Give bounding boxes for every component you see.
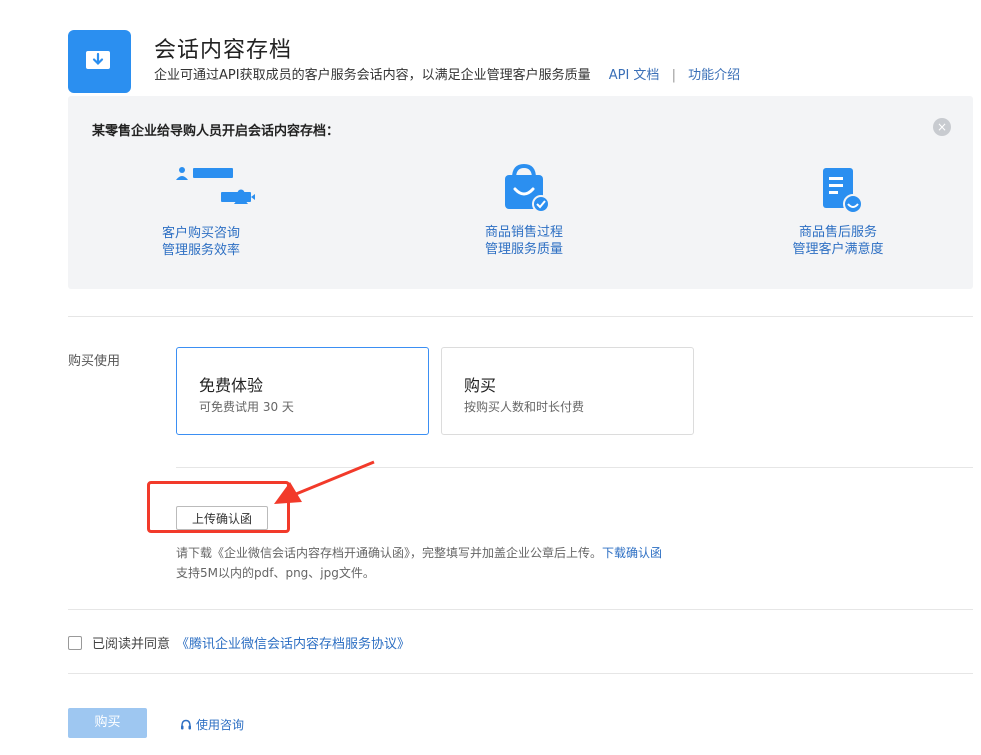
link-separator: |: [671, 68, 676, 83]
option-title: 购买: [464, 376, 497, 395]
page-description: 企业可通过API获取成员的客户服务会话内容，以满足企业管理客户服务质量 API …: [154, 64, 740, 83]
feature-line1: 商品销售过程: [484, 225, 563, 240]
api-doc-link[interactable]: API 文档: [609, 68, 660, 83]
buy-button[interactable]: 购买: [68, 708, 147, 738]
download-confirmation-link[interactable]: 下载确认函: [602, 546, 662, 560]
shopping-bag-icon: [505, 163, 549, 213]
feature-intro-link[interactable]: 功能介绍: [688, 68, 740, 83]
option-title: 免费体验: [199, 376, 264, 395]
divider: [68, 609, 973, 610]
feature-line2: 管理服务效率: [161, 243, 240, 258]
description-text: 企业可通过API获取成员的客户服务会话内容，以满足企业管理客户服务质量: [154, 68, 591, 83]
purchase-label: 购买使用: [68, 354, 121, 369]
agreement-row: 已阅读并同意 《腾讯企业微信会话内容存档服务协议》: [68, 633, 410, 652]
archive-icon: [86, 51, 110, 69]
option-free-trial[interactable]: 免费体验 可免费试用 30 天: [176, 347, 429, 435]
agreement-label: 已阅读并同意: [92, 637, 171, 652]
feature-item-consult: 客户购买咨询 管理服务效率: [121, 165, 281, 259]
person-icon: [234, 189, 248, 204]
app-icon: [68, 30, 131, 93]
consult-link[interactable]: 使用咨询: [180, 716, 244, 733]
page-title: 会话内容存档: [154, 38, 293, 63]
headset-icon: [181, 719, 191, 729]
consult-label: 使用咨询: [196, 718, 245, 732]
banner-title: 某零售企业给导购人员开启会话内容存档：: [92, 124, 340, 139]
feature-line2: 管理客户满意度: [792, 242, 884, 257]
hint-line2: 支持5M以内的pdf、png、jpg文件。: [176, 566, 375, 580]
option-subtitle: 可免费试用 30 天: [199, 400, 294, 414]
option-purchase[interactable]: 购买 按购买人数和时长付费: [441, 347, 694, 435]
feature-line1: 客户购买咨询: [161, 226, 240, 241]
annotation-arrow-icon: [274, 460, 375, 504]
document-smile-icon: [823, 168, 863, 214]
service-agreement-link[interactable]: 《腾讯企业微信会话内容存档服务协议》: [176, 633, 410, 652]
feature-item-aftersales: 商品售后服务 管理客户满意度: [758, 162, 918, 258]
close-icon[interactable]: ×: [933, 118, 951, 136]
divider: [68, 316, 973, 317]
hint-line1: 请下载《企业微信会话内容存档开通确认函》，完整填写并加盖企业公章后上传。: [176, 546, 603, 560]
option-subtitle: 按购买人数和时长付费: [464, 400, 585, 414]
upload-confirmation-button[interactable]: 上传确认函: [176, 506, 268, 530]
divider: [68, 673, 973, 674]
feature-item-sales: 商品销售过程 管理服务质量: [444, 162, 604, 258]
feature-line1: 商品售后服务: [798, 225, 877, 240]
feature-line2: 管理服务质量: [484, 242, 563, 257]
agreement-checkbox[interactable]: [68, 635, 82, 650]
upload-hint: 请下载《企业微信会话内容存档开通确认函》，完整填写并加盖企业公章后上传。下载确认…: [176, 543, 662, 583]
